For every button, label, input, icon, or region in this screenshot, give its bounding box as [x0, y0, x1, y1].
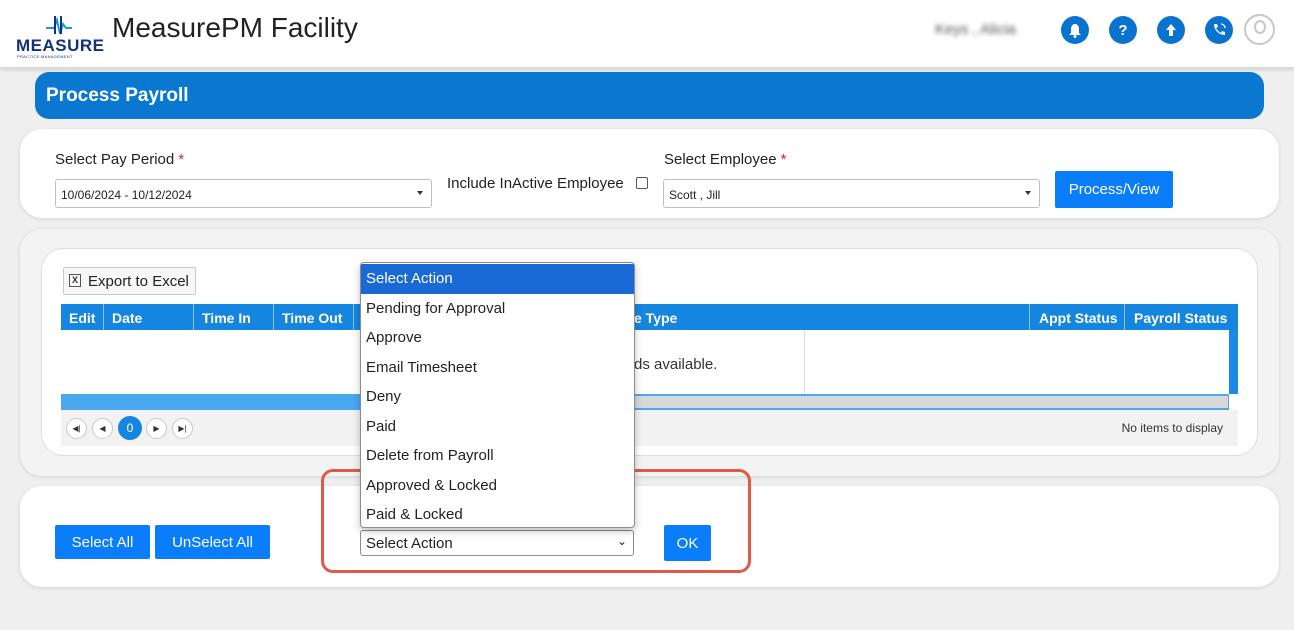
prev-page-icon[interactable]: ◀: [92, 418, 113, 439]
column-date[interactable]: Date: [104, 304, 194, 330]
pay-period-label: Select Pay Period *: [55, 151, 185, 168]
logo-subtext: PRACTICE MANAGEMENT: [17, 54, 73, 59]
option-approve[interactable]: Approve: [361, 323, 634, 353]
horizontal-scrollbar-track[interactable]: [630, 396, 1228, 408]
measure-logo[interactable]: MEASURE PRACTICE MANAGEMENT: [16, 14, 108, 60]
employee-label: Select Employee *: [664, 151, 787, 168]
option-email-timesheet[interactable]: Email Timesheet: [361, 353, 634, 383]
grid-divider: [804, 330, 805, 394]
pager-info: No items to display: [1121, 421, 1223, 435]
employee-select[interactable]: Scott , Jill: [663, 179, 1040, 208]
app-header: MEASURE PRACTICE MANAGEMENT MeasurePM Fa…: [0, 0, 1294, 68]
export-excel-label: Export to Excel: [88, 272, 189, 290]
column-time-out[interactable]: Time Out: [274, 304, 354, 330]
last-page-icon[interactable]: ▶|: [172, 418, 193, 439]
logo-mark-icon: [46, 16, 72, 35]
select-all-button[interactable]: Select All: [55, 525, 150, 559]
chevron-down-icon: [1025, 191, 1031, 195]
unselect-all-button[interactable]: UnSelect All: [155, 525, 270, 559]
option-approved-locked[interactable]: Approved & Locked: [361, 471, 634, 501]
column-edit[interactable]: Edit: [61, 304, 104, 330]
process-view-button[interactable]: Process/View: [1055, 171, 1173, 208]
no-records-message: ds available.: [634, 356, 718, 373]
first-page-icon[interactable]: ◀|: [66, 418, 87, 439]
chevron-down-icon: [417, 191, 423, 195]
column-time-in[interactable]: Time In: [194, 304, 274, 330]
include-inactive-label: Include InActive Employee: [447, 175, 624, 192]
app-title: MeasurePM Facility: [112, 12, 358, 43]
export-excel-button[interactable]: X Export to Excel: [63, 267, 196, 295]
pay-period-select[interactable]: 10/06/2024 - 10/12/2024: [55, 179, 432, 208]
current-page[interactable]: 0: [118, 416, 142, 440]
action-dropdown-list[interactable]: Select Action Pending for Approval Appro…: [360, 262, 635, 528]
vertical-scrollbar[interactable]: [1229, 330, 1238, 394]
option-paid[interactable]: Paid: [361, 412, 634, 442]
next-page-icon[interactable]: ▶: [146, 418, 167, 439]
help-icon[interactable]: ?: [1109, 16, 1137, 44]
include-inactive-checkbox[interactable]: [636, 177, 648, 189]
grid-header: Edit Date Time In Time Out e Type Appt S…: [61, 304, 1238, 330]
user-name[interactable]: Keys , Alicia: [935, 21, 1016, 38]
option-delete-from-payroll[interactable]: Delete from Payroll: [361, 441, 634, 471]
option-pending-approval[interactable]: Pending for Approval: [361, 294, 634, 324]
user-avatar-icon[interactable]: [1244, 14, 1275, 45]
page-title: Process Payroll: [35, 72, 1264, 119]
column-type[interactable]: e Type: [634, 304, 1030, 330]
column-payroll-status[interactable]: Payroll Status: [1125, 304, 1238, 330]
upload-icon[interactable]: [1157, 16, 1185, 44]
option-deny[interactable]: Deny: [361, 382, 634, 412]
excel-icon: X: [69, 274, 81, 287]
column-appt-status[interactable]: Appt Status: [1030, 304, 1125, 330]
bell-icon[interactable]: [1061, 16, 1089, 44]
grid-pager: ◀| ◀ 0 ▶ ▶| No items to display: [61, 410, 1238, 446]
option-paid-locked[interactable]: Paid & Locked: [361, 500, 634, 527]
logo-text: MEASURE: [16, 36, 105, 55]
option-select-action[interactable]: Select Action: [361, 264, 634, 294]
phone-icon[interactable]: [1205, 16, 1233, 44]
